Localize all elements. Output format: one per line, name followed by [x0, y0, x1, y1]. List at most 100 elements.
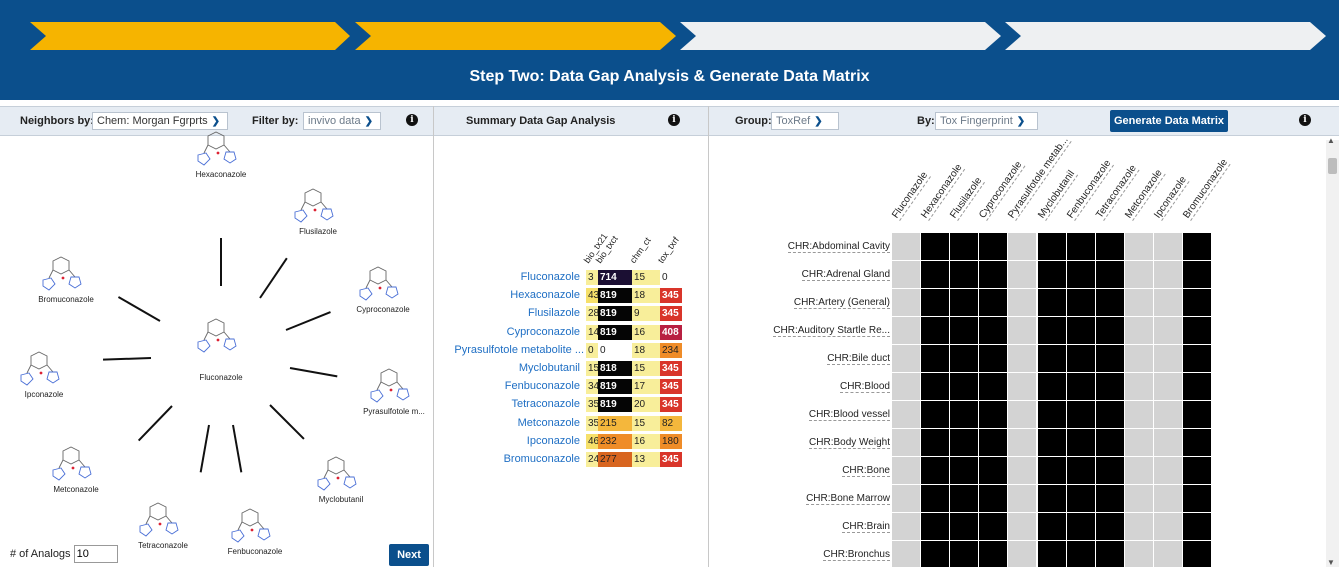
matrix-cell[interactable]	[1124, 401, 1153, 428]
step-2-arrow[interactable]	[355, 22, 676, 50]
step-1-arrow[interactable]	[30, 22, 350, 50]
matrix-cell[interactable]	[921, 317, 950, 344]
matrix-cell[interactable]	[1037, 261, 1066, 288]
matrix-cell[interactable]	[921, 373, 950, 400]
scrollbar[interactable]: ▲ ▼	[1326, 136, 1339, 567]
matrix-cell[interactable]	[921, 485, 950, 512]
neighbor-structure-image[interactable]	[19, 348, 69, 388]
matrix-cell[interactable]	[1153, 317, 1182, 344]
scroll-up-icon[interactable]: ▲	[1327, 136, 1335, 145]
matrix-cell[interactable]	[1183, 513, 1212, 540]
matrix-cell[interactable]	[1095, 289, 1124, 316]
matrix-cell[interactable]	[1153, 513, 1182, 540]
matrix-cell[interactable]	[1095, 457, 1124, 484]
matrix-cell[interactable]	[1008, 485, 1037, 512]
neighbor-label[interactable]: Fenbuconazole	[228, 547, 283, 556]
matrix-cell[interactable]	[1095, 401, 1124, 428]
matrix-cell[interactable]	[1095, 317, 1124, 344]
matrix-cell[interactable]	[892, 429, 921, 456]
matrix-cell[interactable]	[1037, 541, 1066, 567]
matrix-cell[interactable]	[979, 289, 1008, 316]
neighbor-label[interactable]: Tetraconazole	[138, 541, 188, 550]
matrix-row-label[interactable]: CHR:Body Weight	[809, 437, 890, 449]
matrix-cell[interactable]	[1037, 457, 1066, 484]
neighbor-structure-image[interactable]	[41, 253, 91, 293]
matrix-cell[interactable]	[1095, 233, 1124, 260]
matrix-cell[interactable]	[950, 401, 979, 428]
matrix-cell[interactable]	[1037, 429, 1066, 456]
matrix-cell[interactable]	[950, 541, 979, 567]
matrix-cell[interactable]	[892, 233, 921, 260]
matrix-cell[interactable]	[1183, 485, 1212, 512]
generate-data-matrix-button[interactable]: Generate Data Matrix	[1110, 110, 1228, 132]
matrix-cell[interactable]	[892, 401, 921, 428]
neighbor-structure-image[interactable]	[358, 263, 408, 303]
matrix-cell[interactable]	[1124, 345, 1153, 372]
matrix-cell[interactable]	[979, 429, 1008, 456]
matrix-cell[interactable]	[1008, 345, 1037, 372]
matrix-cell[interactable]	[921, 541, 950, 567]
matrix-cell[interactable]	[1095, 485, 1124, 512]
matrix-cell[interactable]	[1124, 233, 1153, 260]
matrix-cell[interactable]	[892, 289, 921, 316]
matrix-cell[interactable]	[979, 485, 1008, 512]
matrix-cell[interactable]	[1066, 457, 1095, 484]
matrix-cell[interactable]	[892, 261, 921, 288]
summary-row-name[interactable]: Bromuconazole	[504, 453, 580, 465]
matrix-row-label[interactable]: CHR:Blood vessel	[808, 409, 890, 421]
matrix-cell[interactable]	[921, 457, 950, 484]
matrix-cell[interactable]	[1008, 429, 1037, 456]
matrix-cell[interactable]	[1037, 401, 1066, 428]
summary-row-name[interactable]: Cyproconazole	[507, 326, 580, 338]
matrix-cell[interactable]	[1153, 429, 1182, 456]
matrix-cell[interactable]	[892, 541, 921, 567]
next-button[interactable]: Next	[389, 544, 429, 566]
matrix-cell[interactable]	[1183, 457, 1212, 484]
matrix-cell[interactable]	[950, 289, 979, 316]
matrix-cell[interactable]	[921, 345, 950, 372]
matrix-cell[interactable]	[1183, 261, 1212, 288]
neighbor-structure-image[interactable]	[293, 185, 343, 225]
matrix-row-label[interactable]: CHR:Auditory Startle Re...	[773, 325, 890, 337]
matrix-row-label[interactable]: CHR:Bile duct	[827, 353, 890, 365]
matrix-cell[interactable]	[1124, 485, 1153, 512]
matrix-cell[interactable]	[1183, 345, 1212, 372]
summary-row-name[interactable]: Fenbuconazole	[505, 380, 580, 392]
neighbor-structure-image[interactable]	[316, 453, 366, 493]
matrix-row-label[interactable]: CHR:Bone Marrow	[806, 493, 890, 505]
matrix-cell[interactable]	[921, 261, 950, 288]
matrix-cell[interactable]	[1124, 457, 1153, 484]
summary-row-name[interactable]: Fluconazole	[521, 271, 580, 283]
neighbor-label[interactable]: Ipconazole	[25, 390, 64, 399]
by-select[interactable]: Tox Fingerprint ❯	[935, 112, 1038, 130]
matrix-cell[interactable]	[979, 457, 1008, 484]
matrix-row-label[interactable]: CHR:Blood	[839, 381, 890, 393]
neighbor-label[interactable]: Metconazole	[53, 485, 98, 494]
matrix-cell[interactable]	[1008, 513, 1037, 540]
matrix-cell[interactable]	[950, 233, 979, 260]
matrix-cell[interactable]	[979, 261, 1008, 288]
matrix-cell[interactable]	[1037, 485, 1066, 512]
filter-select[interactable]: invivo data ❯	[303, 112, 381, 130]
matrix-cell[interactable]	[950, 317, 979, 344]
matrix-cell[interactable]	[1095, 261, 1124, 288]
matrix-cell[interactable]	[892, 345, 921, 372]
matrix-cell[interactable]	[921, 429, 950, 456]
matrix-cell[interactable]	[892, 513, 921, 540]
matrix-cell[interactable]	[1066, 317, 1095, 344]
summary-row-name[interactable]: Ipconazole	[527, 435, 580, 447]
matrix-cell[interactable]	[1066, 289, 1095, 316]
scrollbar-thumb[interactable]	[1328, 158, 1337, 174]
matrix-cell[interactable]	[950, 513, 979, 540]
matrix-cell[interactable]	[950, 457, 979, 484]
matrix-cell[interactable]	[1095, 373, 1124, 400]
matrix-cell[interactable]	[1037, 289, 1066, 316]
neighbor-structure-image[interactable]	[230, 505, 280, 545]
neighbor-label[interactable]: Flusilazole	[299, 227, 337, 236]
matrix-cell[interactable]	[1153, 485, 1182, 512]
neighbor-structure-image[interactable]	[369, 365, 419, 405]
neighbor-label[interactable]: Hexaconazole	[196, 170, 247, 179]
matrix-cell[interactable]	[1153, 345, 1182, 372]
matrix-cell[interactable]	[1037, 513, 1066, 540]
matrix-cell[interactable]	[1124, 261, 1153, 288]
